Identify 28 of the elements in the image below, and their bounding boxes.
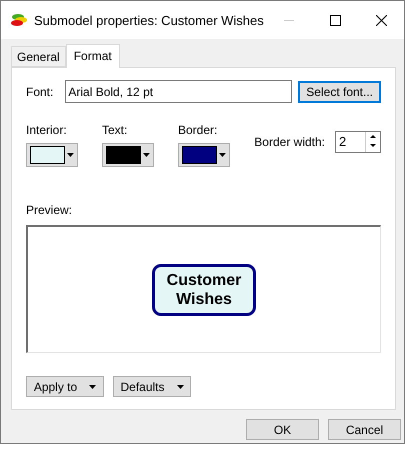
node-box: Customer Wishes (152, 264, 256, 316)
maximize-icon[interactable] (330, 14, 340, 26)
caret-icon (219, 153, 226, 157)
tab[interactable]: Format (66, 44, 120, 68)
border-width-spinner[interactable]: 2 (335, 131, 381, 153)
dropdown-button[interactable]: Apply to (26, 376, 104, 397)
select-font-button[interactable]: Select font... (298, 80, 381, 102)
caret-icon (67, 153, 74, 157)
color-picker[interactable] (102, 143, 154, 167)
window-title: Submodel properties: Customer Wishes (34, 12, 265, 28)
close-icon[interactable] (376, 14, 386, 26)
caret-icon (89, 384, 96, 388)
preview-label: Preview: (26, 203, 74, 217)
caret-icon (143, 153, 150, 157)
tab[interactable]: General (11, 46, 66, 67)
color-picker[interactable] (26, 143, 78, 167)
color-label: Text: (102, 123, 128, 137)
color-label: Border: (178, 123, 218, 137)
color-label: Interior: (26, 123, 68, 137)
color-picker[interactable] (178, 143, 230, 167)
caret-icon (176, 384, 184, 388)
dialog-button[interactable]: OK (246, 419, 319, 440)
border-width-label: Border width: (254, 135, 325, 149)
font-label: Font: (26, 84, 54, 98)
font-field[interactable]: Arial Bold, 12 pt (65, 80, 292, 103)
dropdown-button[interactable]: Defaults (113, 376, 191, 397)
app-icon (11, 13, 27, 27)
dialog-button[interactable]: Cancel (328, 419, 401, 440)
